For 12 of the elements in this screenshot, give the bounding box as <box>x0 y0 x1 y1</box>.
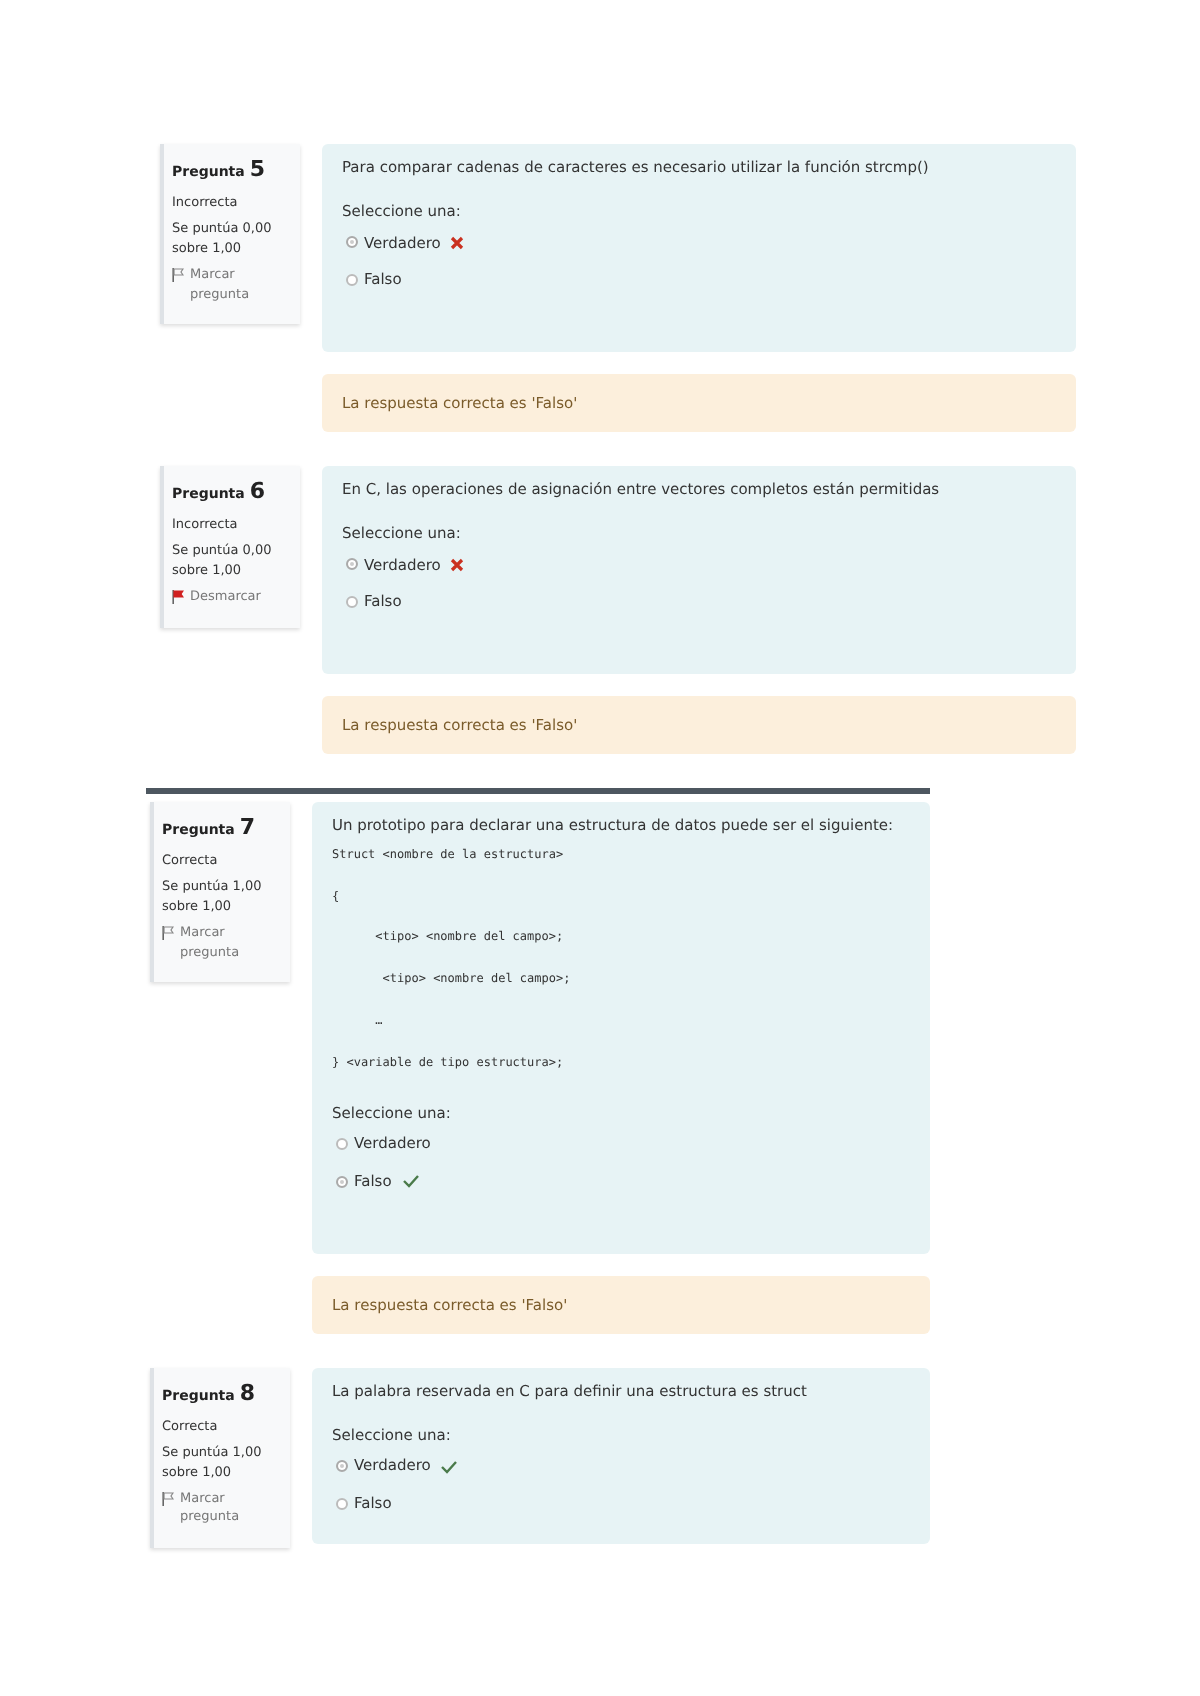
radio-button[interactable] <box>336 1497 348 1510</box>
radio-button[interactable] <box>336 1138 348 1151</box>
flag-icon[interactable] <box>172 590 184 605</box>
radio-button[interactable] <box>346 236 358 249</box>
flag-icon[interactable] <box>172 268 184 283</box>
radio-button[interactable] <box>336 1175 348 1188</box>
radio-button[interactable] <box>336 1460 348 1473</box>
flag-icon[interactable] <box>162 1491 174 1506</box>
flag-icon[interactable] <box>162 926 174 941</box>
radio-button[interactable] <box>346 274 358 287</box>
radio-button[interactable] <box>346 596 358 609</box>
radio-button[interactable] <box>346 558 358 571</box>
